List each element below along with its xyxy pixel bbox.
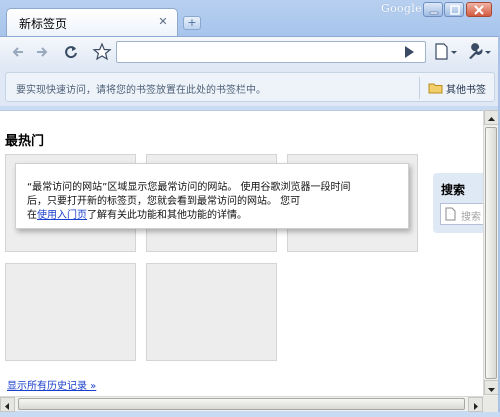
reload-icon — [65, 46, 77, 59]
scroll-left-icon — [5, 403, 9, 410]
scroll-down-icon — [488, 388, 495, 392]
new-tab-content: 最热门 “最常访问的网站”区域显示您最常访问的网站。 使用谷歌浏览器一段时间 后… — [0, 110, 483, 396]
scroll-right-icon — [474, 403, 478, 410]
horizontal-scroll-thumb[interactable] — [18, 398, 465, 410]
minimize-button[interactable] — [423, 2, 443, 17]
title-bar: 新标签页 ✕ + Google — [0, 0, 500, 36]
page-menu-button[interactable] — [433, 42, 459, 62]
scroll-down-button[interactable] — [484, 380, 499, 395]
go-button[interactable] — [400, 43, 418, 61]
info-line-3: 在使用入门页了解有关此功能和其他功能的详情。 — [27, 206, 247, 221]
bookmark-star-button[interactable] — [91, 41, 113, 63]
star-icon — [92, 42, 112, 61]
search-panel: 搜索 搜索 — [433, 173, 483, 233]
bookmarks-bar: 要实现快速访问，请将您的书签放置在此处的书签栏中。 其他书签 — [0, 68, 500, 106]
wrench-icon — [469, 43, 491, 59]
bookmarks-bar-inner: 要实现快速访问，请将您的书签放置在此处的书签栏中。 其他书签 — [5, 72, 495, 102]
other-bookmarks-label: 其他书签 — [446, 85, 486, 96]
toolbar — [0, 36, 500, 68]
wrench-menu-button[interactable] — [464, 42, 494, 62]
bookmarks-separator — [419, 77, 420, 99]
scroll-right-button[interactable] — [468, 397, 483, 412]
most-visited-thumbnail[interactable] — [146, 263, 277, 361]
close-window-button[interactable] — [466, 2, 492, 17]
scroll-up-button[interactable] — [484, 110, 499, 125]
brand-logo: Google — [381, 2, 422, 15]
vertical-scrollbar[interactable] — [483, 110, 499, 396]
tab-title: 新标签页 — [19, 17, 68, 31]
omnibox[interactable] — [116, 41, 426, 63]
info-line-1: “最常访问的网站”区域显示您最常访问的网站。 使用谷歌浏览器一段时间 — [27, 182, 351, 193]
most-visited-info-box: “最常访问的网站”区域显示您最常访问的网站。 使用谷歌浏览器一段时间 后，只要打… — [15, 163, 409, 229]
forward-arrow-icon — [37, 47, 48, 57]
info-line-3-suffix: 了解有关此功能和其他功能的详情。 — [87, 210, 247, 221]
back-arrow-icon — [12, 47, 23, 57]
maximize-button[interactable] — [444, 2, 464, 17]
scroll-left-button[interactable] — [0, 397, 15, 412]
search-title: 搜索 — [441, 183, 466, 197]
search-input[interactable]: 搜索 — [440, 203, 483, 225]
minimize-icon — [429, 11, 439, 15]
vertical-scroll-thumb[interactable] — [485, 127, 497, 379]
scroll-up-icon — [488, 117, 495, 121]
most-visited-title: 最热门 — [5, 134, 45, 149]
forward-button[interactable] — [31, 41, 53, 63]
info-line-2: 后，只要打开新的标签页，您就会看到最常访问的网站。 您可 — [27, 196, 301, 207]
close-icon[interactable]: ✕ — [157, 16, 169, 28]
page-menu-icon — [435, 43, 457, 60]
plus-icon[interactable]: + — [183, 16, 201, 30]
show-all-history-link[interactable]: 显示所有历史记录 » — [7, 377, 96, 392]
folder-icon — [428, 83, 443, 94]
reload-button[interactable] — [60, 41, 82, 63]
close-window-icon — [474, 5, 484, 15]
page-icon — [445, 207, 456, 221]
most-visited-thumbnail[interactable] — [5, 263, 136, 361]
bookmarks-hint: 要实现快速访问，请将您的书签放置在此处的书签栏中。 — [16, 85, 266, 96]
tab-new-tab[interactable]: 新标签页 ✕ — [6, 8, 178, 36]
horizontal-scrollbar[interactable] — [0, 396, 483, 412]
other-bookmarks-button[interactable]: 其他书签 — [426, 79, 496, 97]
go-arrow-icon — [405, 46, 414, 58]
search-placeholder: 搜索 — [461, 212, 481, 223]
back-button[interactable] — [7, 41, 29, 63]
info-line-3-prefix: 在 — [27, 210, 37, 221]
getting-started-link[interactable]: 使用入门页 — [37, 210, 87, 221]
maximize-icon — [450, 5, 460, 15]
